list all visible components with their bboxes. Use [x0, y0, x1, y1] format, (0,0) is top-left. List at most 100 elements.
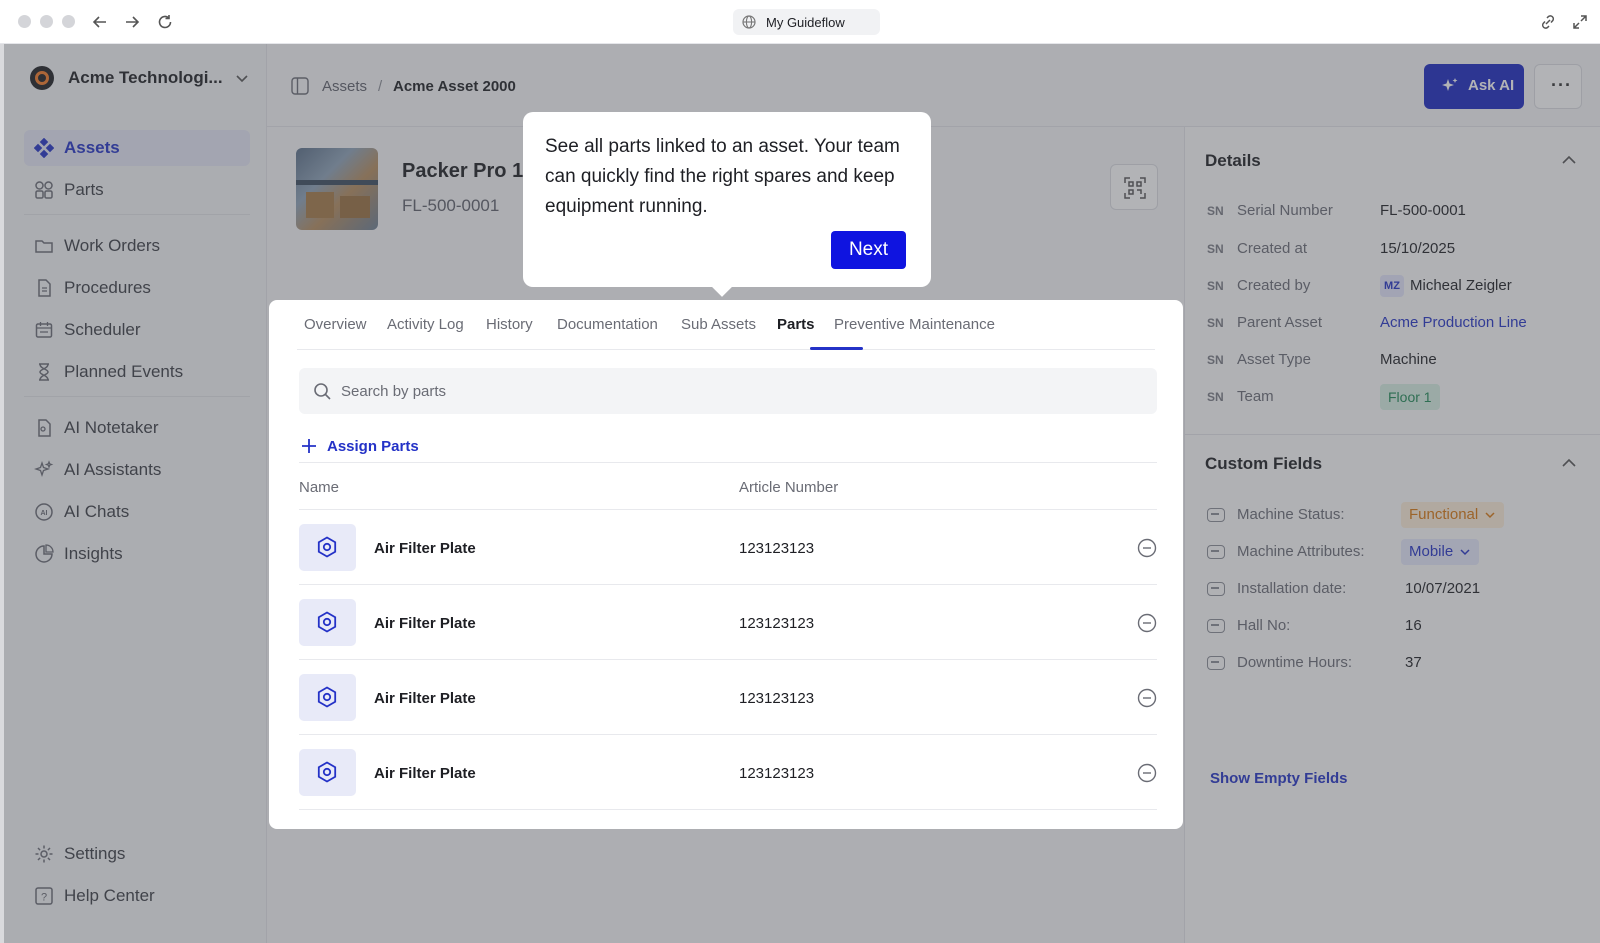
chevron-up-icon[interactable] [1560, 454, 1578, 472]
custom-field-installation-date: Installation date: 10/07/2021 [1205, 578, 1585, 602]
address-bar-title: My Guideflow [766, 15, 845, 30]
field-key: Machine Status: [1237, 506, 1345, 523]
window-close-dot[interactable] [18, 15, 31, 28]
tab-sub-assets[interactable]: Sub Assets [681, 316, 756, 333]
part-article: 123123123 [739, 615, 815, 632]
detail-row-created-by: SN Created by MZ Micheal Zeigler [1205, 275, 1585, 299]
assign-parts-label: Assign Parts [327, 438, 419, 455]
part-article: 123123123 [739, 690, 815, 707]
table-row[interactable]: Air Filter Plate 123123123 [299, 660, 1157, 735]
hourglass-icon [39, 363, 49, 381]
chevron-down-icon [236, 75, 248, 83]
detail-row-parent-asset: SN Parent Asset Acme Production Line [1205, 312, 1585, 336]
sidebar-item-ai-notetaker[interactable]: AI Notetaker [24, 410, 250, 446]
field-icon [1207, 545, 1225, 559]
sidebar-item-assets[interactable]: Assets [24, 130, 250, 166]
machine-status-dropdown[interactable]: Functional [1401, 502, 1505, 528]
sidebar-item-insights[interactable]: Insights [24, 536, 250, 572]
remove-circle-icon[interactable] [1137, 538, 1157, 558]
parts-card: Overview Activity Log History Documentat… [269, 300, 1183, 829]
chart-icon [35, 544, 54, 563]
window-minimize-dot[interactable] [40, 15, 53, 28]
more-options-button[interactable]: ··· [1534, 64, 1582, 109]
remove-circle-icon[interactable] [1137, 688, 1157, 708]
back-arrow-icon[interactable] [90, 12, 110, 32]
tooltip-text: See all parts linked to an asset. Your t… [545, 136, 900, 217]
sidebar-item-settings[interactable]: Settings [24, 836, 250, 872]
org-switcher[interactable]: Acme Technologi... [24, 60, 254, 96]
sidebar-item-label: Help Center [64, 886, 155, 905]
org-name: Acme Technologi... [68, 68, 223, 87]
remove-circle-icon[interactable] [1137, 613, 1157, 633]
field-icon [1207, 582, 1225, 596]
field-key: Machine Attributes: [1237, 543, 1365, 560]
next-button[interactable]: Next [831, 231, 906, 269]
table-row[interactable]: Air Filter Plate 123123123 [299, 510, 1157, 585]
sidebar-item-parts[interactable]: Parts [24, 172, 250, 208]
custom-field-machine-attributes: Machine Attributes: Mobile [1205, 539, 1585, 565]
parts-search [299, 368, 1157, 414]
details-panel: Details SN Serial Number FL-500-0001 SN … [1184, 127, 1600, 943]
qr-code-button[interactable] [1110, 164, 1158, 210]
detail-key: Team [1237, 388, 1274, 405]
field-value: 10/07/2021 [1405, 580, 1481, 597]
sidebar-item-label: Procedures [64, 278, 151, 297]
sidebar-item-label: Planned Events [64, 362, 184, 381]
detail-key: Asset Type [1237, 351, 1311, 368]
tab-history[interactable]: History [486, 316, 533, 333]
window-zoom-dot[interactable] [62, 15, 75, 28]
sidebar-toggle-icon[interactable] [290, 76, 310, 96]
tab-parts[interactable]: Parts [777, 316, 815, 333]
tab-overview[interactable]: Overview [304, 316, 367, 333]
machine-attributes-dropdown[interactable]: Mobile [1401, 539, 1480, 565]
sidebar-item-label: AI Assistants [64, 460, 162, 479]
detail-row-created-at: SN Created at 15/10/2025 [1205, 238, 1585, 262]
ask-ai-button[interactable]: Ask AI [1424, 64, 1524, 109]
table-row[interactable]: Air Filter Plate 123123123 [299, 735, 1157, 810]
sidebar-item-procedures[interactable]: Procedures [24, 270, 250, 306]
custom-field-hall-no: Hall No: 16 [1205, 615, 1585, 639]
reload-icon[interactable] [155, 12, 175, 32]
detail-value: Micheal Zeigler [1410, 277, 1512, 294]
field-value: 37 [1405, 654, 1422, 671]
svg-text:AI: AI [41, 510, 48, 517]
sidebar-item-ai-assistants[interactable]: AI Assistants [24, 452, 250, 488]
hex-nut-icon [317, 761, 337, 783]
field-key: Downtime Hours: [1237, 654, 1353, 671]
address-bar[interactable]: My Guideflow [733, 9, 880, 35]
remove-circle-icon[interactable] [1137, 763, 1157, 783]
tab-activity-log[interactable]: Activity Log [387, 316, 464, 333]
sidebar-item-label: Scheduler [64, 320, 141, 339]
parent-asset-link[interactable]: Acme Production Line [1380, 314, 1527, 331]
chevron-down-icon [1485, 512, 1495, 519]
sidebar-item-work-orders[interactable]: Work Orders [24, 228, 250, 264]
parts-search-input[interactable] [341, 379, 1121, 403]
chevron-up-icon[interactable] [1560, 151, 1578, 169]
breadcrumb-assets-link[interactable]: Assets [322, 78, 367, 95]
part-article: 123123123 [739, 540, 815, 557]
hex-nut-icon [317, 536, 337, 558]
expand-icon[interactable] [1570, 12, 1590, 32]
sidebar-item-help-center[interactable]: ? Help Center [24, 878, 250, 914]
part-thumbnail [299, 599, 356, 646]
column-header-name: Name [299, 479, 340, 496]
sidebar-item-planned-events[interactable]: Planned Events [24, 354, 250, 390]
plus-icon [302, 439, 316, 453]
part-thumbnail [299, 524, 356, 571]
org-logo [30, 66, 54, 90]
sparkles-icon [34, 460, 54, 478]
details-heading: Details [1205, 151, 1261, 170]
notetaker-icon [38, 419, 51, 437]
link-icon[interactable] [1538, 12, 1558, 32]
sidebar-item-label: Assets [64, 138, 120, 157]
sidebar-item-scheduler[interactable]: Scheduler [24, 312, 250, 348]
forward-arrow-icon[interactable] [122, 12, 142, 32]
sidebar-item-label: AI Notetaker [64, 418, 159, 437]
tab-preventive-maintenance[interactable]: Preventive Maintenance [834, 316, 995, 333]
show-empty-fields-link[interactable]: Show Empty Fields [1210, 770, 1348, 787]
folder-icon [35, 240, 53, 253]
asset-image [296, 148, 378, 230]
tab-documentation[interactable]: Documentation [557, 316, 658, 333]
table-row[interactable]: Air Filter Plate 123123123 [299, 585, 1157, 660]
sidebar-item-ai-chats[interactable]: AI AI Chats [24, 494, 250, 530]
